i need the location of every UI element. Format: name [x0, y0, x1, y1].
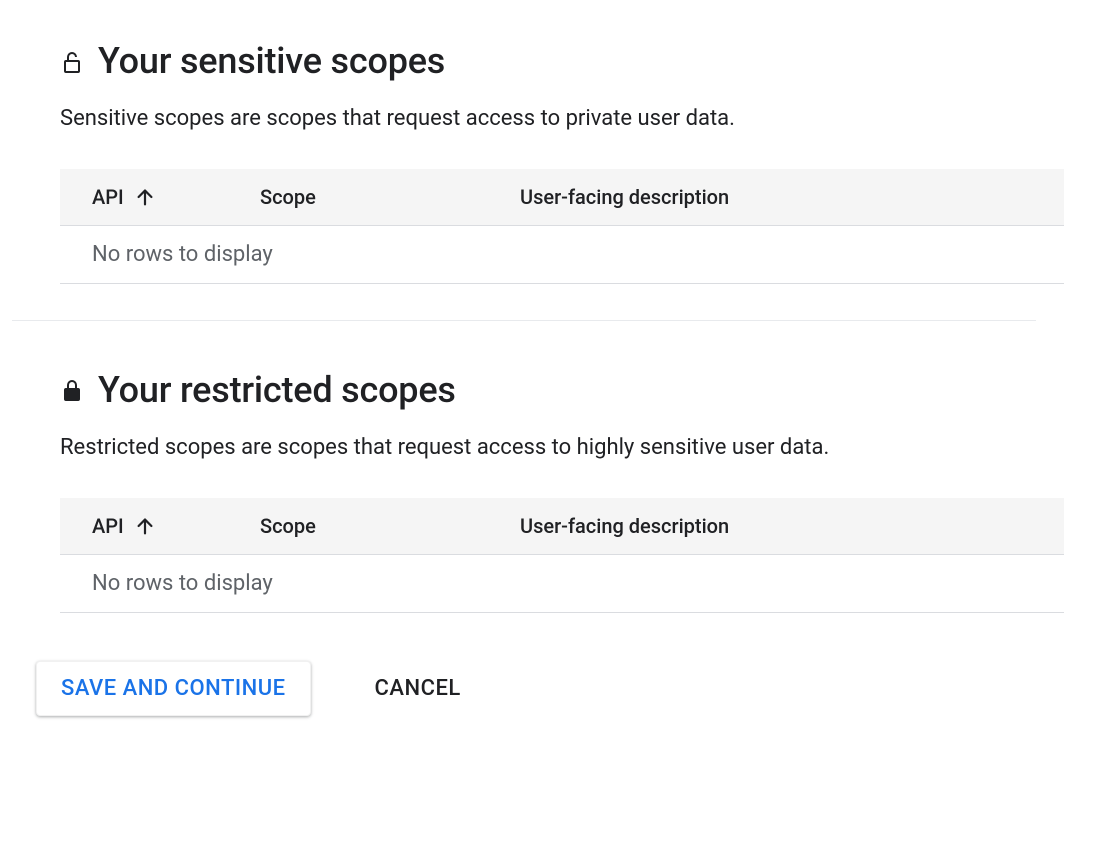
col-api-label: API — [92, 185, 124, 209]
sensitive-description: Sensitive scopes are scopes that request… — [60, 104, 1064, 135]
restricted-heading: Your restricted scopes — [60, 369, 1064, 411]
sensitive-heading: Your sensitive scopes — [60, 40, 1064, 82]
sensitive-title: Your sensitive scopes — [98, 40, 445, 82]
empty-message: No rows to display — [60, 225, 1064, 283]
sensitive-col-api[interactable]: API — [60, 169, 260, 226]
arrow-up-icon — [134, 515, 156, 537]
lock-closed-icon — [60, 379, 84, 403]
restricted-title: Your restricted scopes — [98, 369, 456, 411]
restricted-col-desc[interactable]: User-facing description — [520, 498, 1064, 555]
sensitive-scopes-table: API Scope User-facing description No row… — [60, 169, 1064, 284]
restricted-col-api[interactable]: API — [60, 498, 260, 555]
sensitive-scopes-section: Your sensitive scopes Sensitive scopes a… — [60, 40, 1064, 284]
restricted-scopes-section: Your restricted scopes Restricted scopes… — [60, 369, 1064, 613]
cancel-button[interactable]: CANCEL — [351, 662, 485, 715]
section-divider — [12, 320, 1036, 321]
table-row-empty: No rows to display — [60, 225, 1064, 283]
empty-message: No rows to display — [60, 554, 1064, 612]
restricted-scopes-table: API Scope User-facing description No row… — [60, 498, 1064, 613]
table-row-empty: No rows to display — [60, 554, 1064, 612]
sensitive-col-scope[interactable]: Scope — [260, 169, 520, 226]
sensitive-col-desc[interactable]: User-facing description — [520, 169, 1064, 226]
arrow-up-icon — [134, 186, 156, 208]
action-button-row: SAVE AND CONTINUE CANCEL — [36, 661, 1064, 716]
restricted-description: Restricted scopes are scopes that reques… — [60, 433, 1064, 464]
col-api-label: API — [92, 514, 124, 538]
lock-open-icon — [60, 51, 84, 75]
restricted-col-scope[interactable]: Scope — [260, 498, 520, 555]
save-and-continue-button[interactable]: SAVE AND CONTINUE — [36, 661, 311, 716]
